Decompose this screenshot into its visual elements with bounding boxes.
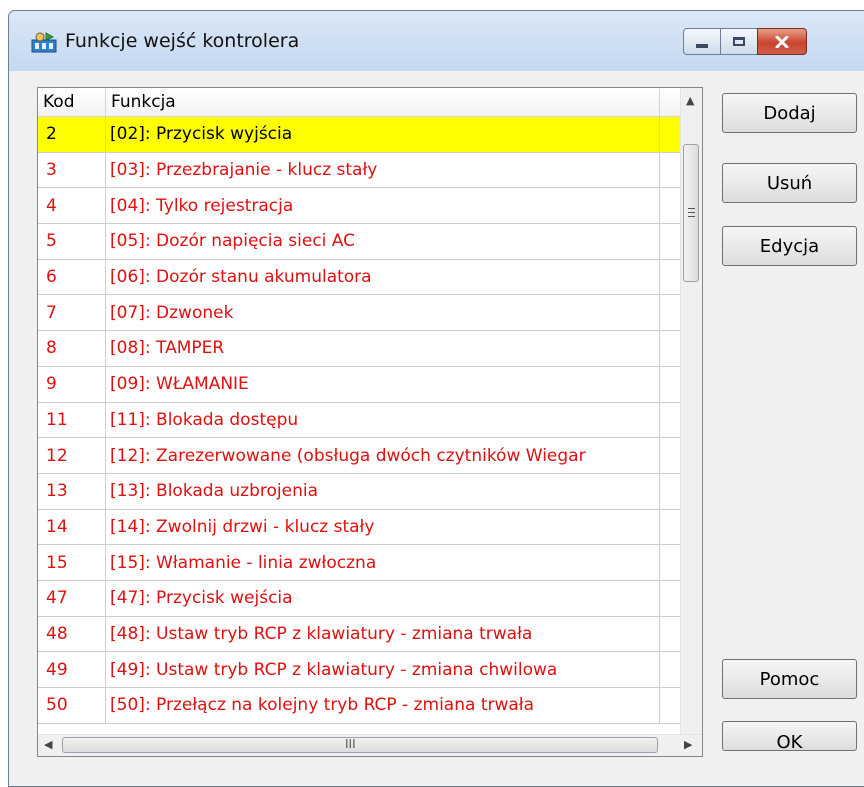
table-row[interactable]: 49 [49]: Ustaw tryb RCP z klawiatury - z…: [38, 652, 680, 688]
title-bar[interactable]: Funkcje wejść kontrolera: [9, 11, 864, 71]
table-row[interactable]: 14 [14]: Zwolnij drzwi - klucz stały: [38, 509, 680, 546]
row-kod: 47: [38, 580, 106, 616]
table-row[interactable]: 4 [04]: Tylko rejestracja: [38, 188, 680, 225]
app-icon: [31, 32, 57, 53]
row-kod: 49: [38, 652, 106, 687]
row-funkcja: [03]: Przezbrajanie - klucz stały: [106, 152, 660, 188]
row-funkcja: [04]: Tylko rejestracja: [106, 188, 660, 224]
table-row[interactable]: 47 [47]: Przycisk wejścia: [38, 580, 680, 617]
row-kod: 6: [38, 259, 106, 295]
grip-line: [688, 212, 695, 213]
table-row[interactable]: 6 [06]: Dozór stanu akumulatora: [38, 259, 680, 296]
scroll-grip: III: [345, 737, 356, 751]
table-row[interactable]: 15 [15]: Włamanie - linia zwłoczna: [38, 545, 680, 581]
horizontal-scrollbar[interactable]: ◀ III ▶: [38, 734, 702, 756]
table-row[interactable]: 12 [12]: Zarezerwowane (obsługa dwóch cz…: [38, 438, 680, 474]
row-kod: 11: [38, 402, 106, 438]
row-funkcja: [05]: Dozór napięcia sieci AC: [106, 224, 660, 259]
row-kod: 12: [38, 438, 106, 473]
window-title: Funkcje wejść kontrolera: [65, 30, 300, 52]
row-funkcja: [47]: Przycisk wejścia: [106, 580, 660, 616]
functions-list[interactable]: Kod Funkcja 2 [02]: Przycisk wyjścia 3 […: [37, 87, 703, 757]
row-funkcja: [48]: Ustaw tryb RCP z klawiatury - zmia…: [106, 616, 660, 652]
row-kod: 9: [38, 366, 106, 402]
column-header-funkcja[interactable]: Funkcja: [106, 88, 660, 116]
vertical-scroll-thumb[interactable]: [683, 144, 699, 282]
ok-button[interactable]: OK: [722, 721, 857, 751]
row-funkcja: [06]: Dozór stanu akumulatora: [106, 259, 660, 295]
table-row[interactable]: 8 [08]: TAMPER: [38, 331, 680, 367]
table-row[interactable]: 5 [05]: Dozór napięcia sieci AC: [38, 224, 680, 260]
list-rows: 2 [02]: Przycisk wyjścia 3 [03]: Przezbr…: [38, 117, 680, 724]
table-row[interactable]: 50 [50]: Przełącz na kolejny tryb RCP - …: [38, 688, 680, 724]
table-row[interactable]: 48 [48]: Ustaw tryb RCP z klawiatury - z…: [38, 616, 680, 653]
row-funkcja: [14]: Zwolnij drzwi - klucz stały: [106, 509, 660, 545]
usun-button[interactable]: Usuń: [722, 163, 857, 203]
row-kod: 48: [38, 616, 106, 652]
grip-line: [688, 216, 695, 217]
row-kod: 3: [38, 152, 106, 188]
row-kod: 2: [38, 117, 106, 152]
grip-line: [688, 208, 695, 209]
row-funkcja: [02]: Przycisk wyjścia: [106, 117, 660, 152]
table-row[interactable]: 7 [07]: Dzwonek: [38, 295, 680, 332]
row-kod: 13: [38, 473, 106, 509]
dialog-client-area: Kod Funkcja 2 [02]: Przycisk wyjścia 3 […: [9, 71, 864, 786]
table-row[interactable]: 2 [02]: Przycisk wyjścia: [38, 117, 680, 153]
table-row[interactable]: 11 [11]: Blokada dostępu: [38, 402, 680, 439]
close-icon: [775, 35, 789, 48]
row-funkcja: [49]: Ustaw tryb RCP z klawiatury - zmia…: [106, 652, 660, 687]
row-kod: 8: [38, 331, 106, 366]
minimize-button[interactable]: [683, 28, 721, 55]
horizontal-scroll-thumb[interactable]: III: [62, 737, 658, 753]
edycja-button[interactable]: Edycja: [722, 226, 857, 266]
maximize-button[interactable]: [720, 28, 758, 55]
scroll-right-icon[interactable]: ▶: [684, 738, 692, 751]
row-kod: 5: [38, 224, 106, 259]
close-button[interactable]: [757, 28, 807, 55]
list-header: Kod Funkcja: [38, 88, 680, 117]
dialog-window: Funkcje wejść kontrolera Kod Funkcja 2 […: [8, 10, 864, 787]
row-kod: 7: [38, 295, 106, 331]
row-funkcja: [12]: Zarezerwowane (obsługa dwóch czytn…: [106, 438, 660, 473]
pomoc-button[interactable]: Pomoc: [722, 659, 857, 699]
column-header-kod[interactable]: Kod: [38, 88, 106, 116]
row-funkcja: [50]: Przełącz na kolejny tryb RCP - zmi…: [106, 688, 660, 723]
scroll-up-icon[interactable]: ▲: [686, 94, 694, 107]
maximize-icon: [733, 37, 745, 46]
row-funkcja: [15]: Włamanie - linia zwłoczna: [106, 545, 660, 580]
dodaj-button[interactable]: Dodaj: [722, 93, 857, 133]
table-row[interactable]: 13 [13]: Blokada uzbrojenia: [38, 473, 680, 510]
row-funkcja: [08]: TAMPER: [106, 331, 660, 366]
row-funkcja: [07]: Dzwonek: [106, 295, 660, 331]
table-row[interactable]: 9 [09]: WŁAMANIE: [38, 366, 680, 403]
row-kod: 15: [38, 545, 106, 580]
scroll-left-icon[interactable]: ◀: [44, 738, 52, 751]
row-kod: 14: [38, 509, 106, 545]
vertical-scrollbar[interactable]: ▲: [680, 88, 702, 734]
row-funkcja: [09]: WŁAMANIE: [106, 366, 660, 402]
row-kod: 50: [38, 688, 106, 723]
minimize-icon: [696, 43, 708, 48]
table-row[interactable]: 3 [03]: Przezbrajanie - klucz stały: [38, 152, 680, 189]
row-funkcja: [13]: Blokada uzbrojenia: [106, 473, 660, 509]
row-funkcja: [11]: Blokada dostępu: [106, 402, 660, 438]
row-kod: 4: [38, 188, 106, 224]
